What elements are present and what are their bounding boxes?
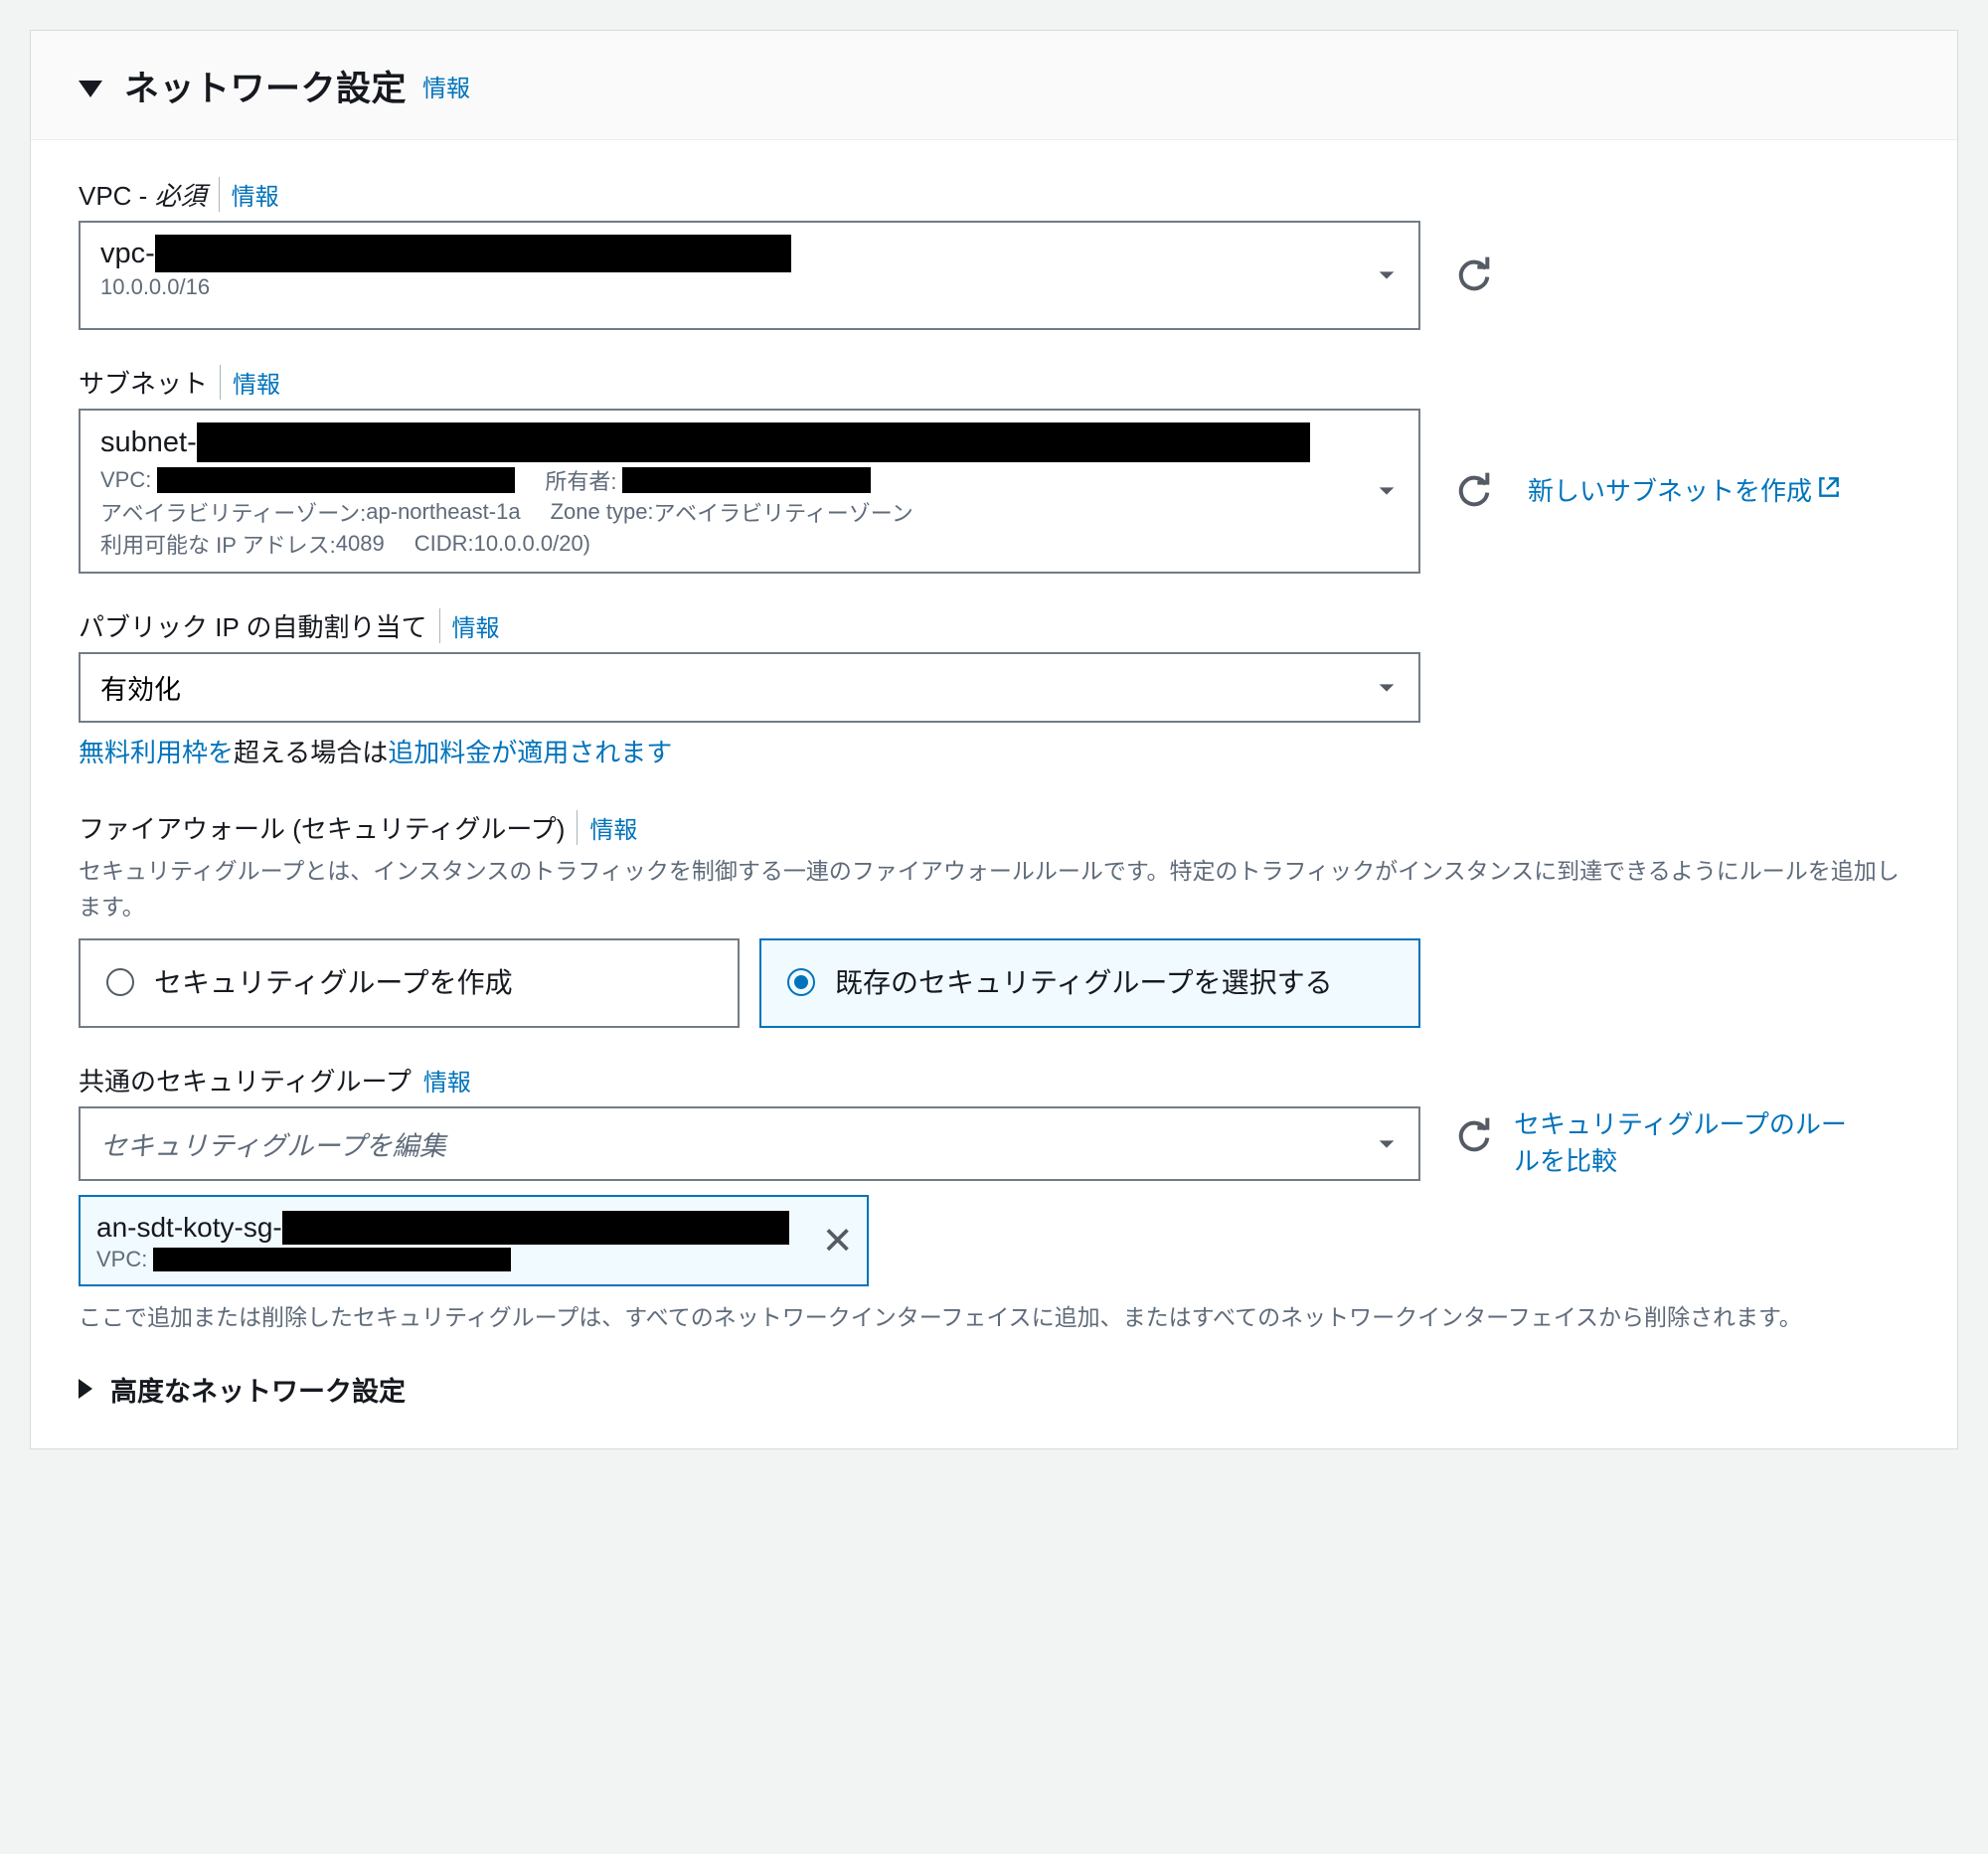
public-ip-select[interactable]: 有効化 (79, 652, 1420, 723)
subnet-vpc-label: VPC: (100, 467, 151, 493)
subnet-vpc-redacted (157, 467, 515, 493)
firewall-info-link[interactable]: 情報 (577, 810, 637, 845)
subnet-id-redacted (197, 422, 1310, 462)
radio-create-sg[interactable]: セキュリティグループを作成 (79, 938, 740, 1028)
sg-token-name-redacted (282, 1211, 789, 1245)
radio-select-existing-sg[interactable]: 既存のセキュリティグループを選択する (759, 938, 1420, 1028)
radio-selected-icon (787, 968, 815, 996)
subnet-select[interactable]: subnet- VPC: 所有者: (79, 409, 1420, 574)
vpc-field: VPC - 必須 情報 vpc- 10.0.0.0/16 (79, 176, 1909, 330)
subnet-ip-value: 4089 (336, 531, 385, 557)
vpc-value-prefix: vpc- (100, 238, 155, 270)
subnet-info-link[interactable]: 情報 (220, 365, 280, 400)
external-link-icon (1816, 473, 1842, 509)
firewall-field: ファイアウォール (セキュリティグループ) 情報 セキュリティグループとは、イン… (79, 809, 1909, 1028)
sg-token-name: an-sdt-koty-sg- (96, 1212, 282, 1244)
public-ip-label: パブリック IP の自動割り当て (79, 607, 427, 644)
sg-token: an-sdt-koty-sg- VPC: ✕ (79, 1195, 869, 1286)
sg-token-vpc-redacted (153, 1248, 511, 1271)
subnet-value-prefix: subnet- (100, 426, 197, 459)
common-sg-label: 共通のセキュリティグループ (79, 1062, 412, 1098)
subnet-owner-label: 所有者: (545, 464, 616, 496)
subnet-label: サブネット (79, 364, 208, 401)
vpc-refresh-button[interactable] (1450, 252, 1498, 299)
sg-token-vpc-label: VPC: (96, 1247, 147, 1272)
common-sg-info-link[interactable]: 情報 (423, 1063, 471, 1097)
subnet-field: サブネット 情報 subnet- VPC: (79, 364, 1909, 574)
vpc-select[interactable]: vpc- 10.0.0.0/16 (79, 221, 1420, 330)
subnet-az-value: ap-northeast-1a (366, 499, 520, 525)
firewall-label: ファイアウォール (セキュリティグループ) (79, 809, 565, 846)
sg-token-remove-button[interactable]: ✕ (809, 1197, 867, 1284)
sg-multiselect[interactable]: セキュリティグループを編集 (79, 1106, 1420, 1181)
radio-create-sg-label: セキュリティグループを作成 (154, 962, 513, 1004)
vpc-id-redacted (155, 235, 791, 272)
chevron-down-icon (1354, 411, 1418, 572)
subnet-owner-redacted (622, 467, 871, 493)
public-ip-value: 有効化 (100, 675, 181, 705)
subnet-zone-type-label: Zone type: (551, 499, 654, 525)
free-tier-note: 超える場合は (234, 738, 388, 767)
subnet-az-label: アベイラビリティーゾーン: (100, 496, 366, 528)
common-sg-field: 共通のセキュリティグループ 情報 セキュリティグループを編集 (79, 1062, 1909, 1336)
subnet-cidr-label: CIDR: (414, 531, 474, 557)
subnet-refresh-button[interactable] (1450, 467, 1498, 515)
chevron-down-icon (1354, 223, 1418, 328)
caret-down-icon (79, 81, 102, 97)
create-subnet-link[interactable]: 新しいサブネットを作成 (1528, 473, 1842, 509)
vpc-label: VPC - 必須 (79, 176, 207, 213)
public-ip-field: パブリック IP の自動割り当て 情報 有効化 無料利用枠を超える場合は追加料金… (79, 607, 1909, 769)
firewall-description: セキュリティグループとは、インスタンスのトラフィックを制御する一連のファイアウォ… (79, 854, 1909, 925)
subnet-ip-label: 利用可能な IP アドレス: (100, 528, 336, 560)
vpc-info-link[interactable]: 情報 (219, 177, 279, 212)
additional-charges-link[interactable]: 追加料金が適用されます (388, 738, 672, 767)
close-icon: ✕ (822, 1219, 854, 1264)
header-info-link[interactable]: 情報 (422, 69, 470, 103)
panel-title: ネットワーク設定 (124, 61, 407, 111)
public-ip-info-link[interactable]: 情報 (439, 608, 500, 643)
free-tier-link[interactable]: 無料利用枠を (79, 738, 234, 767)
subnet-zone-type-value: アベイラビリティーゾーン (654, 496, 913, 528)
sg-refresh-button[interactable] (1450, 1112, 1498, 1160)
advanced-network-settings-toggle[interactable]: 高度なネットワーク設定 (79, 1370, 1909, 1409)
advanced-label: 高度なネットワーク設定 (110, 1370, 406, 1409)
chevron-down-icon (1354, 1108, 1418, 1179)
chevron-down-icon (1354, 654, 1418, 721)
radio-select-existing-sg-label: 既存のセキュリティグループを選択する (835, 962, 1333, 1004)
subnet-cidr-value: 10.0.0.0/20) (474, 531, 590, 557)
caret-right-icon (79, 1379, 92, 1399)
sg-footer-note: ここで追加または削除したセキュリティグループは、すべてのネットワークインターフェ… (79, 1300, 1909, 1336)
sg-placeholder: セキュリティグループを編集 (100, 1131, 446, 1161)
panel-header[interactable]: ネットワーク設定 情報 (31, 31, 1957, 140)
radio-unselected-icon (106, 968, 134, 996)
network-settings-panel: ネットワーク設定 情報 VPC - 必須 情報 vpc- (30, 30, 1958, 1449)
vpc-cidr: 10.0.0.0/16 (100, 274, 210, 300)
compare-sg-rules-link[interactable]: セキュリティグループのルールを比較 (1514, 1106, 1872, 1179)
